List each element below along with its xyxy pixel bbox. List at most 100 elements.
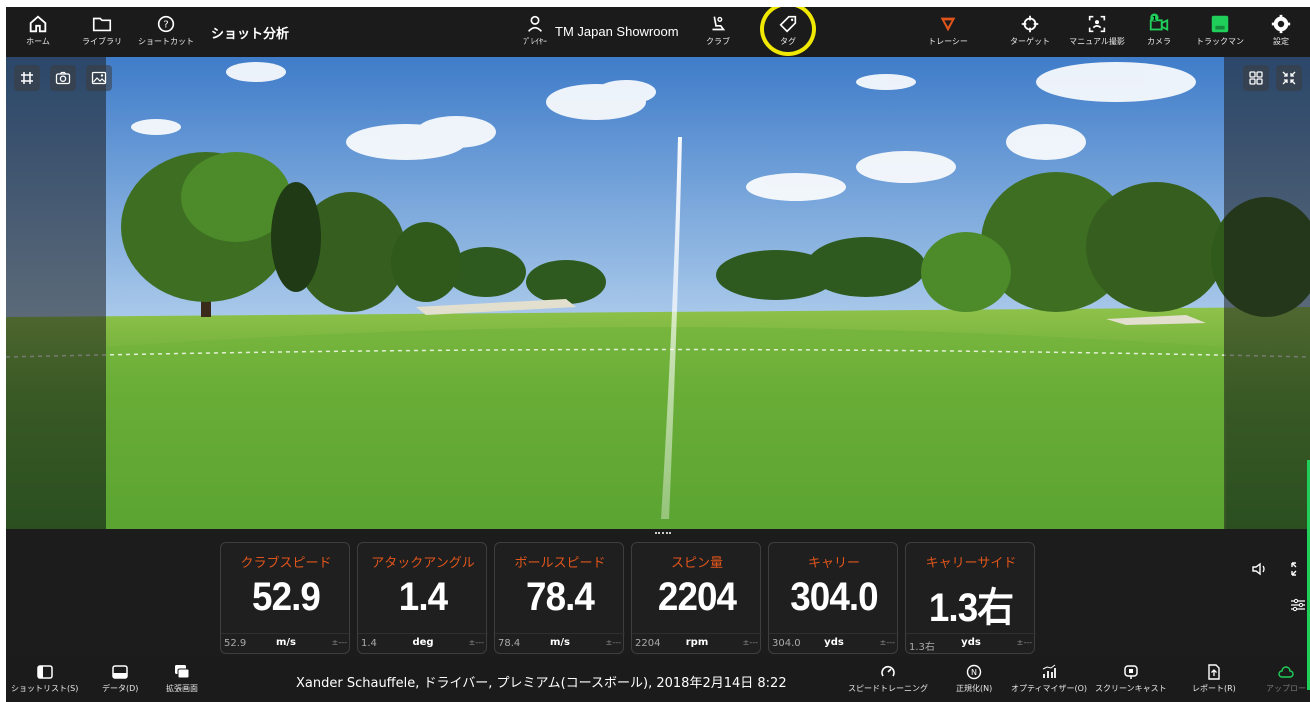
metric-title: スピン量 bbox=[670, 556, 723, 571]
home-label: ホーム bbox=[26, 37, 50, 46]
extended-screen-label: 拡張画面 bbox=[166, 684, 198, 693]
metric-raw-value: 2204 bbox=[635, 638, 661, 649]
shortcut-button[interactable]: ? ショートカット bbox=[136, 13, 196, 47]
video-camera-icon: 1 bbox=[1149, 13, 1169, 31]
manual-capture-button[interactable]: マニュアル撮影 bbox=[1067, 13, 1127, 47]
metric-value: 78.4 bbox=[526, 575, 595, 619]
shortcut-label: ショートカット bbox=[138, 37, 194, 46]
club-label: クラブ bbox=[706, 37, 730, 46]
grid-toggle-button[interactable] bbox=[14, 65, 40, 91]
metric-tolerance: ±--- bbox=[742, 638, 758, 647]
trackman-icon bbox=[1211, 15, 1229, 33]
tracer-label: トレーシー bbox=[928, 37, 968, 46]
course-viewport[interactable] bbox=[6, 57, 1310, 529]
metric-title: キャリーサイド bbox=[925, 556, 1017, 571]
top-toolbar: ホーム ライブラリ ? ショートカット ショット分析 ﾌﾟﾚｲﾔｰ TM Jap… bbox=[6, 7, 1310, 57]
layout-grid-button[interactable] bbox=[1243, 65, 1269, 91]
background-image-button[interactable] bbox=[86, 65, 112, 91]
metric-unit: deg bbox=[412, 637, 434, 648]
gear-icon bbox=[1271, 14, 1291, 34]
image-icon bbox=[91, 71, 107, 85]
metric-footer: 1.4 deg ±--- bbox=[358, 633, 488, 651]
optimizer-button[interactable]: オプティマイザー(O) bbox=[1011, 663, 1087, 694]
help-circle-icon: ? bbox=[157, 15, 175, 33]
home-button[interactable]: ホーム bbox=[8, 13, 68, 47]
metric-tile[interactable]: キャリーサイド 1.3右 1.3右 yds ±--- bbox=[905, 542, 1036, 654]
sliders-icon bbox=[1291, 598, 1305, 612]
volume-button[interactable] bbox=[1250, 559, 1270, 579]
metric-unit: yds bbox=[824, 637, 844, 648]
extended-screen-button[interactable]: 拡張画面 bbox=[166, 663, 198, 694]
home-icon bbox=[29, 15, 47, 33]
golf-club-icon bbox=[712, 16, 726, 31]
metric-value: 1.4 bbox=[398, 575, 448, 619]
collapse-button[interactable] bbox=[1276, 65, 1302, 91]
screencast-button[interactable]: スクリーンキャスト bbox=[1095, 663, 1167, 694]
target-button[interactable]: ターゲット bbox=[1000, 13, 1060, 47]
shot-info: Xander Schauffele, ドライバー, プレミアム(コースボール),… bbox=[296, 676, 787, 691]
tracer-button[interactable]: トレーシー bbox=[918, 13, 978, 47]
trackman-button[interactable]: トラックマン bbox=[1190, 13, 1250, 47]
metric-footer: 2204 rpm ±--- bbox=[632, 633, 762, 651]
sidebar-panel-icon bbox=[36, 665, 53, 679]
data-label: データ(D) bbox=[102, 684, 139, 693]
normalize-button[interactable]: N 正規化(N) bbox=[956, 663, 992, 694]
library-button[interactable]: ライブラリ bbox=[72, 13, 132, 47]
settings-label: 設定 bbox=[1273, 37, 1289, 46]
metric-tile[interactable]: キャリー 304.0 304.0 yds ±--- bbox=[768, 542, 899, 654]
metric-tile[interactable]: クラブスピード 52.9 52.9 m/s ±--- bbox=[220, 542, 351, 654]
snapshot-button[interactable] bbox=[50, 65, 76, 91]
collapse-arrows-icon bbox=[1282, 71, 1296, 85]
panel-settings-button[interactable] bbox=[1288, 595, 1308, 615]
player-name[interactable]: TM Japan Showroom bbox=[555, 24, 679, 39]
shot-list-button[interactable]: ショットリスト(S) bbox=[11, 663, 78, 694]
metric-unit: rpm bbox=[685, 637, 709, 648]
crosshair-icon bbox=[1021, 15, 1039, 33]
metric-raw-value: 304.0 bbox=[772, 638, 801, 649]
expand-panel-button[interactable] bbox=[1288, 559, 1308, 579]
bottom-panel-icon bbox=[112, 665, 128, 679]
hash-icon bbox=[21, 72, 33, 84]
speaker-icon bbox=[1252, 562, 1265, 576]
metric-tile[interactable]: アタックアングル 1.4 1.4 deg ±--- bbox=[357, 542, 488, 654]
metric-tile[interactable]: ボールスピード 78.4 78.4 m/s ±--- bbox=[494, 542, 625, 654]
metric-unit: m/s bbox=[275, 637, 297, 648]
grid-four-icon bbox=[1249, 71, 1263, 85]
speed-training-button[interactable]: スピードトレーニング bbox=[848, 663, 928, 694]
data-button[interactable]: データ(D) bbox=[102, 663, 138, 694]
trackman-label: トラックマン bbox=[1196, 37, 1244, 46]
metric-value: 2204 bbox=[657, 575, 737, 619]
report-label: レポート(R) bbox=[1192, 684, 1236, 693]
metric-tolerance: ±--- bbox=[331, 638, 347, 647]
metric-tolerance: ±--- bbox=[605, 638, 621, 647]
report-button[interactable]: レポート(R) bbox=[1192, 663, 1236, 694]
target-label: ターゲット bbox=[1010, 37, 1050, 46]
expand-arrows-icon bbox=[1291, 562, 1297, 576]
camera-button[interactable]: 1 カメラ bbox=[1129, 13, 1189, 47]
bottom-toolbar: ショットリスト(S) データ(D) 拡張画面 Xander Schauffele… bbox=[6, 657, 1310, 702]
settings-button[interactable]: 設定 bbox=[1256, 13, 1306, 47]
metric-title: ボールスピード bbox=[514, 556, 606, 571]
metric-tile[interactable]: スピン量 2204 2204 rpm ±--- bbox=[631, 542, 762, 654]
metric-value: 1.3右 bbox=[928, 586, 1014, 630]
metric-title: キャリー bbox=[807, 556, 860, 571]
metric-value: 304.0 bbox=[790, 575, 878, 619]
metric-footer: 1.3右 yds ±--- bbox=[906, 633, 1036, 653]
windows-icon bbox=[175, 665, 190, 679]
svg-text:?: ? bbox=[163, 20, 168, 31]
upload-button[interactable]: アップロー bbox=[1266, 663, 1306, 694]
metric-raw-value: 52.9 bbox=[224, 638, 247, 649]
speed-training-label: スピードトレーニング bbox=[848, 684, 928, 693]
metric-footer: 304.0 yds ±--- bbox=[769, 633, 899, 651]
metric-tolerance: ±--- bbox=[1016, 638, 1032, 647]
club-button[interactable]: クラブ bbox=[688, 13, 748, 47]
normalize-icon: N bbox=[966, 664, 982, 680]
screencast-icon bbox=[1124, 665, 1138, 679]
shot-list-label: ショットリスト(S) bbox=[11, 684, 79, 693]
metric-footer: 78.4 m/s ±--- bbox=[495, 633, 625, 651]
panel-resize-handle[interactable] bbox=[655, 532, 671, 534]
player-label: ﾌﾟﾚｲﾔｰ bbox=[523, 37, 547, 46]
metric-raw-value: 1.3右 bbox=[909, 642, 935, 653]
metric-title: クラブスピード bbox=[240, 556, 332, 571]
folder-icon bbox=[92, 17, 112, 32]
